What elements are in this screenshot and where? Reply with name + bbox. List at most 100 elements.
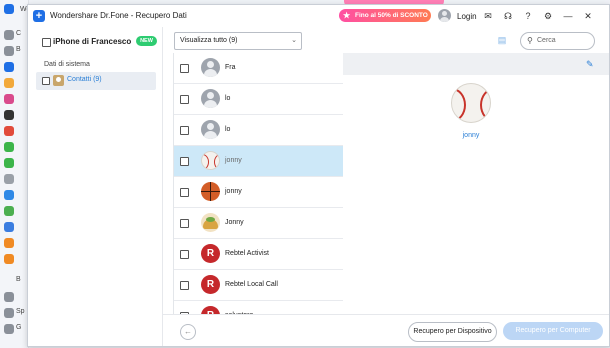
mail-icon[interactable]: ✉ bbox=[482, 10, 494, 22]
contact-name: Fra bbox=[225, 64, 236, 71]
settings-icon[interactable]: ⚙ bbox=[542, 10, 554, 22]
bg-item-icon bbox=[4, 308, 14, 318]
app-logo-icon bbox=[4, 4, 14, 14]
contact-name: jonny bbox=[225, 188, 242, 195]
category-label: Contatti (9) bbox=[67, 76, 102, 83]
toolbar: Visualizza tutto (9) ⌄ ▤ ⚲ bbox=[163, 27, 609, 53]
title-bar: + Wondershare Dr.Fone - Recupero Dati ★ … bbox=[28, 5, 609, 28]
rebtel-avatar-icon: R bbox=[201, 306, 220, 314]
bg-item-icon bbox=[4, 292, 14, 302]
contact-detail-panel: ✎ jonny bbox=[343, 53, 609, 314]
device-name: iPhone di Francesco bbox=[53, 37, 132, 46]
close-icon[interactable]: ✕ bbox=[582, 10, 594, 22]
row-checkbox[interactable] bbox=[180, 64, 189, 73]
background-item-label: B bbox=[16, 276, 21, 283]
row-checkbox[interactable] bbox=[180, 126, 189, 135]
drfone-logo-icon: + bbox=[33, 10, 45, 22]
footer-bar: ← Recupero per Dispositivo Recupero per … bbox=[163, 314, 609, 346]
category-contacts[interactable]: Contatti (9) bbox=[36, 72, 156, 90]
detail-contact-name: jonny bbox=[462, 132, 480, 139]
home-icon[interactable] bbox=[4, 30, 14, 40]
contact-avatar-icon bbox=[201, 89, 220, 108]
rebtel-avatar-icon: R bbox=[201, 275, 220, 294]
app-icon bbox=[4, 78, 14, 88]
phone-icon[interactable] bbox=[4, 62, 14, 72]
detail-header: ✎ bbox=[343, 53, 609, 75]
baseball-avatar-icon bbox=[201, 151, 220, 170]
app-icon bbox=[4, 254, 14, 264]
search-box[interactable]: ⚲ bbox=[520, 32, 595, 50]
search-icon: ⚲ bbox=[527, 36, 533, 45]
headset-icon[interactable]: ☊ bbox=[502, 10, 514, 22]
view-filter-value: Visualizza tutto (9) bbox=[180, 37, 238, 44]
recover-to-device-button[interactable]: Recupero per Dispositivo bbox=[408, 322, 497, 342]
gift-icon: ★ bbox=[343, 11, 351, 20]
basketball-avatar-icon bbox=[201, 182, 220, 201]
promo-text: Fino al 50% di SCONTO bbox=[355, 12, 428, 19]
list-item[interactable]: jonny bbox=[174, 177, 343, 208]
search-input[interactable] bbox=[537, 35, 589, 46]
background-item-label: G bbox=[16, 324, 22, 331]
chevron-down-icon: ⌄ bbox=[291, 37, 297, 44]
row-checkbox[interactable] bbox=[180, 219, 189, 228]
app-icon bbox=[4, 94, 14, 104]
background-sidebar: Wo C B B Sp G bbox=[0, 0, 30, 348]
list-item[interactable]: Jonny bbox=[174, 208, 343, 239]
app-icon bbox=[4, 206, 14, 216]
section-title: Dati di sistema bbox=[44, 61, 90, 68]
list-item[interactable]: lo bbox=[174, 84, 343, 115]
contact-name: lo bbox=[225, 126, 231, 133]
login-link[interactable]: Login bbox=[457, 12, 477, 21]
app-icon bbox=[4, 158, 14, 168]
row-checkbox[interactable] bbox=[180, 157, 189, 166]
background-item-label: C bbox=[16, 30, 22, 37]
bg-item-icon bbox=[4, 46, 14, 56]
app-icon bbox=[4, 126, 14, 136]
app-icon bbox=[4, 110, 14, 120]
recover-to-computer-button[interactable]: Recupero per Computer bbox=[503, 322, 603, 340]
rebtel-avatar-icon: R bbox=[201, 244, 220, 263]
app-icon bbox=[4, 222, 14, 232]
app-icon bbox=[4, 142, 14, 152]
printer-icon[interactable]: ▤ bbox=[496, 35, 508, 45]
contact-list: Fra lo lo jonny jonny Jonny R Rebtel Act… bbox=[173, 53, 344, 314]
category-checkbox[interactable] bbox=[42, 77, 50, 85]
row-checkbox[interactable] bbox=[180, 95, 189, 104]
contact-name: jonny bbox=[225, 157, 242, 164]
taco-avatar-icon bbox=[201, 213, 220, 232]
left-panel: iPhone di Francesco NEW Dati di sistema … bbox=[28, 27, 163, 346]
app-icon bbox=[4, 174, 14, 184]
warning-icon bbox=[4, 324, 14, 334]
contact-name: lo bbox=[225, 95, 231, 102]
contact-name: Rebtel Activist bbox=[225, 250, 269, 257]
app-icon bbox=[4, 238, 14, 248]
background-item-label: Sp bbox=[16, 308, 25, 315]
contact-avatar-icon bbox=[201, 58, 220, 77]
contact-name: Rebtel Local Call bbox=[225, 281, 278, 288]
window-title: Wondershare Dr.Fone - Recupero Dati bbox=[50, 11, 187, 20]
list-item[interactable]: R salvatore bbox=[174, 301, 343, 314]
view-filter-select[interactable]: Visualizza tutto (9) ⌄ bbox=[174, 32, 302, 50]
minimize-icon[interactable]: — bbox=[562, 10, 574, 22]
row-checkbox[interactable] bbox=[180, 281, 189, 290]
help-icon[interactable]: ? bbox=[522, 10, 534, 22]
app-icon bbox=[4, 190, 14, 200]
list-item[interactable]: R Rebtel Local Call bbox=[174, 270, 343, 301]
row-checkbox[interactable] bbox=[180, 188, 189, 197]
promo-banner[interactable]: ★ Fino al 50% di SCONTO bbox=[339, 9, 431, 22]
list-item-selected[interactable]: jonny bbox=[174, 146, 343, 177]
edit-icon[interactable]: ✎ bbox=[586, 59, 594, 69]
list-item[interactable]: Fra bbox=[174, 53, 343, 84]
row-checkbox[interactable] bbox=[180, 250, 189, 259]
baseball-avatar-icon bbox=[451, 83, 491, 123]
contact-name: Jonny bbox=[225, 219, 244, 226]
device-checkbox[interactable] bbox=[42, 38, 51, 47]
contact-avatar-icon bbox=[201, 120, 220, 139]
user-avatar-icon[interactable] bbox=[438, 9, 451, 22]
new-badge: NEW bbox=[136, 36, 157, 46]
list-item[interactable]: R Rebtel Activist bbox=[174, 239, 343, 270]
recovery-window: + Wondershare Dr.Fone - Recupero Dati ★ … bbox=[27, 4, 610, 347]
background-item-label: B bbox=[16, 46, 21, 53]
back-arrow-icon[interactable]: ← bbox=[180, 324, 196, 340]
list-item[interactable]: lo bbox=[174, 115, 343, 146]
